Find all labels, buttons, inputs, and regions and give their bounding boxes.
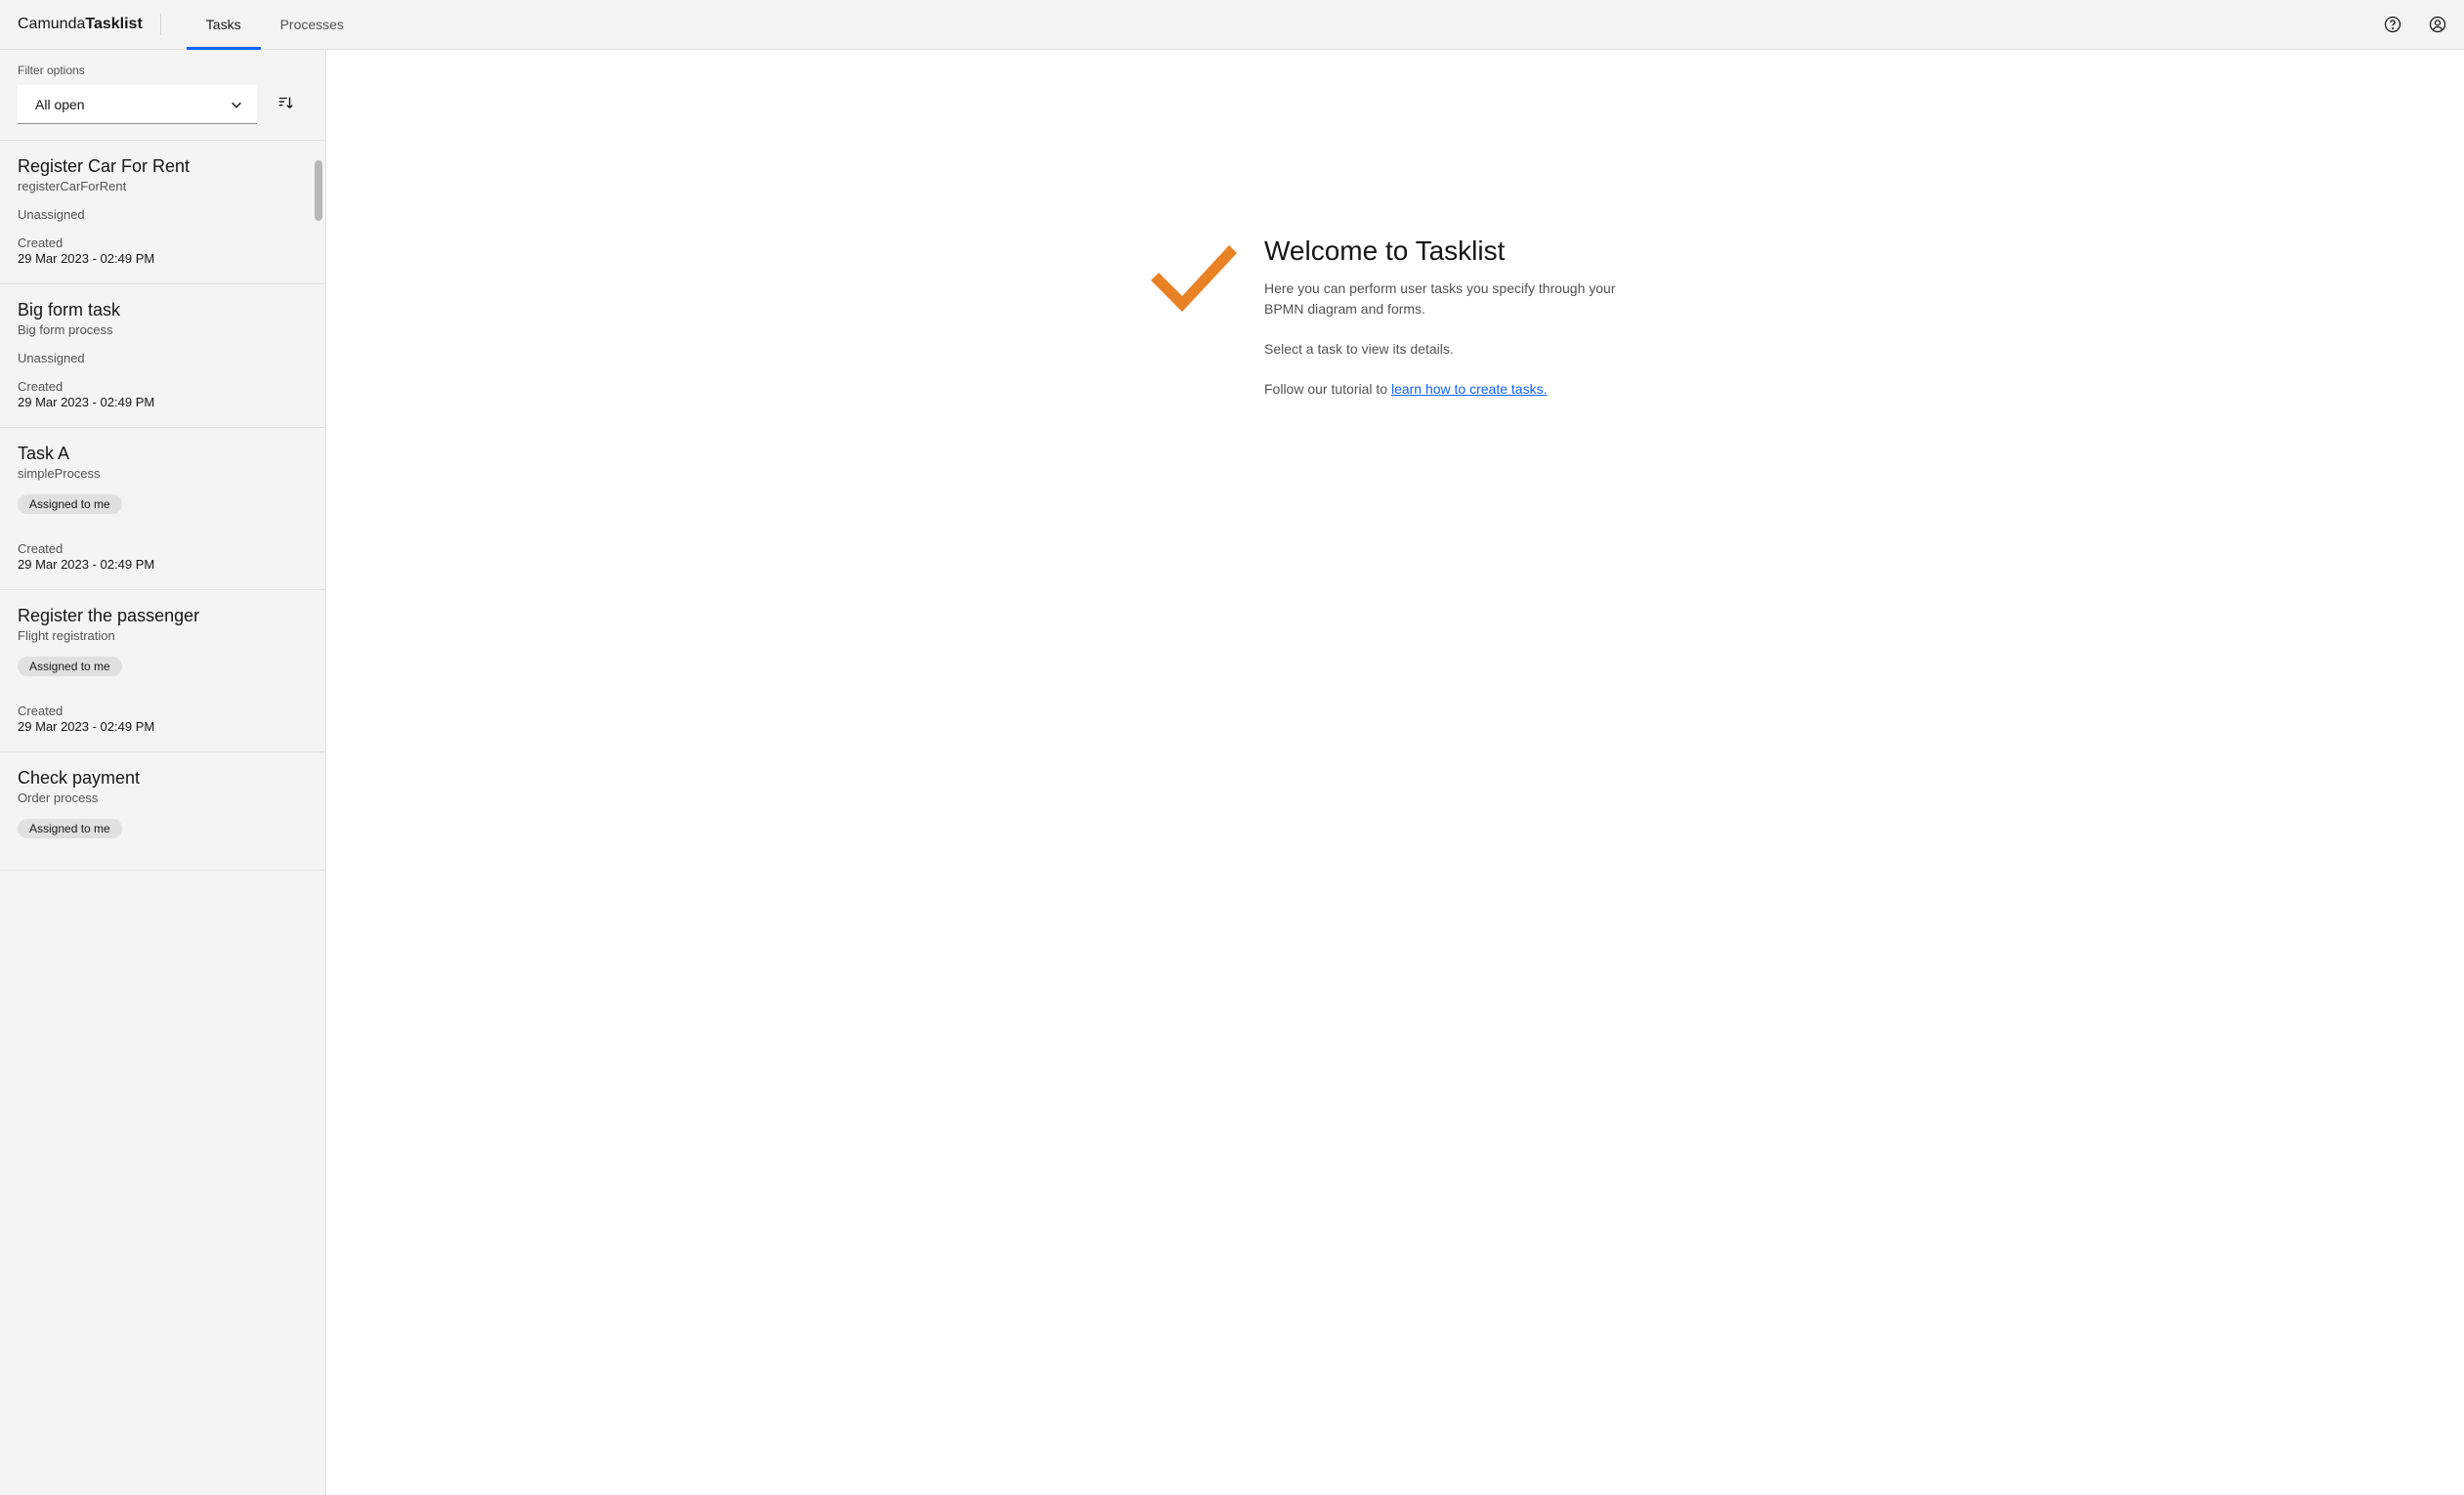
chevron-down-icon xyxy=(230,98,243,111)
tutorial-line: Follow our tutorial to learn how to crea… xyxy=(1264,379,1639,400)
task-process: Order process xyxy=(18,790,308,805)
tutorial-prefix: Follow our tutorial to xyxy=(1264,381,1391,397)
tab-label: Processes xyxy=(280,17,344,32)
filter-section: Filter options All open xyxy=(0,50,325,141)
task-title: Register Car For Rent xyxy=(18,156,308,177)
task-item[interactable]: Register Car For Rent registerCarForRent… xyxy=(0,141,325,284)
task-assignee-pill: Assigned to me xyxy=(18,494,122,514)
task-created-label: Created xyxy=(18,379,308,394)
main-content: Welcome to Tasklist Here you can perform… xyxy=(326,50,2464,1495)
brand-light: Camunda xyxy=(18,16,85,33)
tutorial-link[interactable]: learn how to create tasks. xyxy=(1391,381,1548,397)
task-item[interactable]: Check payment Order process Assigned to … xyxy=(0,752,325,871)
task-created-date: 29 Mar 2023 - 02:49 PM xyxy=(18,557,308,572)
task-list[interactable]: Register Car For Rent registerCarForRent… xyxy=(0,141,325,1495)
brand-bold: Tasklist xyxy=(85,16,142,33)
task-created-label: Created xyxy=(18,541,308,556)
task-created-date: 29 Mar 2023 - 02:49 PM xyxy=(18,251,308,266)
welcome-title: Welcome to Tasklist xyxy=(1264,235,1639,267)
user-button[interactable] xyxy=(2427,14,2448,35)
task-assignee: Unassigned xyxy=(18,207,308,222)
task-process: Flight registration xyxy=(18,628,308,643)
task-title: Big form task xyxy=(18,300,308,320)
task-process: registerCarForRent xyxy=(18,179,308,193)
task-sidebar: Filter options All open Register Car For… xyxy=(0,50,326,1495)
scrollbar-thumb[interactable] xyxy=(315,160,322,221)
task-assignee-pill: Assigned to me xyxy=(18,819,122,838)
task-item[interactable]: Task A simpleProcess Assigned to me Crea… xyxy=(0,428,325,590)
filter-options-label: Filter options xyxy=(18,64,308,77)
task-process: simpleProcess xyxy=(18,466,308,481)
task-created-date: 29 Mar 2023 - 02:49 PM xyxy=(18,395,308,409)
task-assignee-pill: Assigned to me xyxy=(18,657,122,676)
task-created-label: Created xyxy=(18,704,308,718)
task-created-date: 29 Mar 2023 - 02:49 PM xyxy=(18,719,308,734)
task-title: Register the passenger xyxy=(18,606,308,626)
tab-label: Tasks xyxy=(206,17,241,32)
task-title: Task A xyxy=(18,444,308,464)
task-item[interactable]: Register the passenger Flight registrati… xyxy=(0,590,325,752)
nav-tabs: Tasks Processes xyxy=(187,0,363,49)
task-assignee: Unassigned xyxy=(18,351,308,365)
checkmark-icon xyxy=(1151,241,1237,312)
tab-processes[interactable]: Processes xyxy=(261,0,363,49)
sort-button[interactable] xyxy=(276,94,294,116)
select-task-prompt: Select a task to view its details. xyxy=(1264,339,1639,360)
sort-icon xyxy=(276,94,294,111)
filter-dropdown[interactable]: All open xyxy=(18,85,257,124)
task-created-label: Created xyxy=(18,235,308,250)
task-item[interactable]: Big form task Big form process Unassigne… xyxy=(0,284,325,428)
app-header: Camunda Tasklist Tasks Processes xyxy=(0,0,2464,50)
task-title: Check payment xyxy=(18,768,308,789)
brand-logo[interactable]: Camunda Tasklist xyxy=(18,14,161,35)
help-button[interactable] xyxy=(2382,14,2403,35)
user-icon xyxy=(2428,15,2447,34)
welcome-panel: Welcome to Tasklist Here you can perform… xyxy=(1151,235,1639,1495)
filter-value: All open xyxy=(35,97,85,112)
help-icon xyxy=(2383,15,2402,34)
tab-tasks[interactable]: Tasks xyxy=(187,0,261,49)
task-process: Big form process xyxy=(18,322,308,337)
welcome-description: Here you can perform user tasks you spec… xyxy=(1264,278,1639,320)
